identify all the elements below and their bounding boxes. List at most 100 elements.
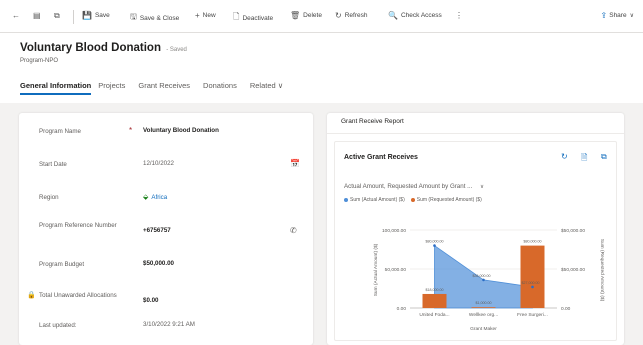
save-close-icon: 🖫 bbox=[130, 12, 137, 21]
form-view-button[interactable]: ▤ bbox=[33, 11, 41, 20]
data-point-actual-amount[interactable] bbox=[531, 285, 534, 289]
phone-icon[interactable]: ✆ bbox=[290, 226, 297, 235]
delete-button[interactable]: 🗑 Delete bbox=[290, 11, 322, 20]
save-button[interactable]: 💾 Save bbox=[82, 11, 110, 20]
location-icon: ⬙ bbox=[143, 194, 149, 201]
chart-selector[interactable]: Actual Amount, Requested Amount by Grant… bbox=[344, 183, 484, 190]
program-budget-value[interactable]: $50,000.00 bbox=[143, 260, 174, 267]
field-label: Program Reference Number bbox=[39, 222, 117, 229]
refresh-icon: ↻ bbox=[335, 11, 342, 20]
tab-list: General Information Projects Grant Receive… bbox=[20, 81, 283, 95]
data-point-actual-amount[interactable] bbox=[482, 278, 485, 282]
tab-general-information[interactable]: General Information bbox=[20, 81, 92, 95]
field-label: Last updated: bbox=[39, 322, 77, 329]
program-name-value[interactable]: Voluntary Blood Donation bbox=[143, 127, 219, 134]
field-label: Total Unawarded Allocations bbox=[39, 292, 117, 299]
total-unawarded-allocations-value[interactable]: $0.00 bbox=[143, 297, 158, 304]
tab-related[interactable]: Related ∨ bbox=[250, 81, 283, 94]
field-label: Program Budget bbox=[39, 261, 85, 268]
more-commands-button[interactable]: ⋮ bbox=[455, 11, 463, 20]
bar-requested-amount[interactable] bbox=[422, 293, 447, 308]
save-close-button[interactable]: 🖫 Save & Close bbox=[130, 11, 179, 25]
field-value-text: Voluntary Blood Donation bbox=[143, 127, 219, 134]
refresh-button[interactable]: ↻ Refresh bbox=[335, 11, 367, 20]
data-label: $80,000.00 bbox=[524, 240, 542, 244]
deactivate-button-label: Deactivate bbox=[242, 14, 274, 22]
share-label: Share bbox=[609, 12, 627, 19]
field-label: Start Date bbox=[39, 161, 67, 168]
start-date-value[interactable]: 12/10/2022 bbox=[143, 160, 174, 167]
record-title: Voluntary Blood Donation - Saved bbox=[20, 42, 187, 54]
y-tick-label-right: $50,000.00 bbox=[561, 267, 585, 273]
chart-svg: 100,000.00 50,000.00 0.00 $50,000.00 $50,000… bbox=[373, 228, 605, 332]
chart-title: Actual Amount, Requested Amount by Grant… bbox=[344, 183, 473, 190]
grant-receive-report-section: Grant Receive Report Active Grant Receiv… bbox=[327, 113, 624, 345]
x-axis-label: Grant Maker bbox=[470, 326, 497, 332]
back-arrow-icon: ← bbox=[12, 11, 20, 20]
entity-name: Program-NPO bbox=[20, 58, 59, 64]
tab-grant-receives[interactable]: Grant Receives bbox=[138, 81, 190, 94]
open-new-window-button[interactable]: ⧉ bbox=[54, 11, 60, 21]
required-indicator: * bbox=[129, 126, 133, 135]
field-value-text: 3/10/2022 9:21 AM bbox=[143, 321, 195, 328]
y-tick-label-left: 100,000.00 bbox=[382, 228, 406, 234]
field-value-text: 12/10/2022 bbox=[143, 160, 174, 167]
program-reference-number-value[interactable]: +6756757 bbox=[143, 227, 171, 234]
refresh-icon[interactable]: ↻ bbox=[561, 152, 568, 161]
data-label: $1,000.00 bbox=[476, 301, 492, 305]
y-tick-label-right: $50,000.00 bbox=[561, 228, 585, 234]
bar-requested-amount[interactable] bbox=[520, 245, 545, 308]
last-updated-value: 3/10/2022 9:21 AM bbox=[143, 321, 195, 328]
record-title-text: Voluntary Blood Donation bbox=[20, 42, 161, 54]
open-window-icon: ⧉ bbox=[54, 11, 60, 20]
data-point-actual-amount[interactable] bbox=[433, 244, 436, 247]
check-access-icon: 🔍 bbox=[388, 11, 398, 20]
y-tick-label-left: 0.00 bbox=[397, 306, 407, 312]
save-button-label: Save bbox=[94, 12, 110, 19]
plus-icon: + bbox=[195, 11, 200, 20]
command-bar: ← ▤ ⧉ 💾 Save 🖫 Save & Close + New 🗋 Deactivate 🗑 Del… bbox=[0, 0, 643, 33]
check-access-button[interactable]: 🔍 Check Access bbox=[388, 11, 442, 20]
back-button[interactable]: ← bbox=[12, 11, 20, 20]
new-button[interactable]: + New bbox=[195, 11, 216, 20]
field-label: Program Name bbox=[39, 128, 81, 135]
divider bbox=[73, 10, 74, 24]
region-value[interactable]: ⬙ Africa bbox=[143, 193, 167, 201]
divider bbox=[327, 133, 624, 134]
bar-requested-amount[interactable] bbox=[471, 307, 496, 308]
view-title[interactable]: Active Grant Receives bbox=[344, 154, 418, 161]
y-tick-label-right: 0.00 bbox=[561, 306, 571, 312]
y-axis-label-right: Sum (Requested Amount) ($) bbox=[599, 239, 605, 302]
data-label: $18,000.00 bbox=[426, 288, 444, 292]
field-value-text: +6756757 bbox=[143, 227, 171, 234]
check-access-button-label: Check Access bbox=[400, 12, 442, 19]
x-tick-label: Wellkee org... bbox=[469, 312, 498, 318]
data-label: $27,000.00 bbox=[522, 281, 540, 285]
calendar-icon[interactable]: 📅 bbox=[290, 159, 300, 168]
more-vertical-icon: ⋮ bbox=[455, 11, 463, 20]
field-value-text: Africa bbox=[151, 194, 168, 201]
general-information-section: Program Name * Voluntary Blood Donation Sta… bbox=[19, 113, 313, 345]
share-button[interactable]: ⇪ Share ∨ bbox=[601, 11, 634, 20]
section-title: Grant Receive Report bbox=[341, 118, 404, 125]
field-value-text: $0.00 bbox=[143, 297, 159, 304]
deactivate-icon: 🗋 bbox=[233, 12, 240, 21]
trash-icon: 🗑 bbox=[290, 11, 301, 20]
refresh-button-label: Refresh bbox=[344, 12, 368, 19]
lock-icon: 🔒 bbox=[27, 292, 36, 299]
save-icon: 💾 bbox=[82, 11, 92, 20]
expand-icon[interactable]: ⧉ bbox=[601, 152, 607, 162]
tab-projects[interactable]: Projects bbox=[98, 81, 125, 94]
deactivate-button[interactable]: 🗋 Deactivate bbox=[233, 11, 273, 25]
data-label: $80,000.00 bbox=[426, 240, 444, 244]
y-tick-label-left: 50,000.00 bbox=[385, 267, 407, 273]
export-icon[interactable]: 🗎 bbox=[581, 152, 587, 166]
share-icon: ⇪ bbox=[600, 11, 608, 20]
chevron-down-icon: ∨ bbox=[480, 184, 485, 190]
chart-view: Active Grant Receives Actual Amount, Req… bbox=[334, 141, 617, 341]
x-tick-label: Free Surgeri... bbox=[517, 312, 548, 318]
tab-donations[interactable]: Donations bbox=[203, 81, 237, 94]
form-icon: ▤ bbox=[33, 11, 41, 20]
chevron-down-icon: ∨ bbox=[629, 13, 634, 19]
new-button-label: New bbox=[202, 12, 216, 19]
